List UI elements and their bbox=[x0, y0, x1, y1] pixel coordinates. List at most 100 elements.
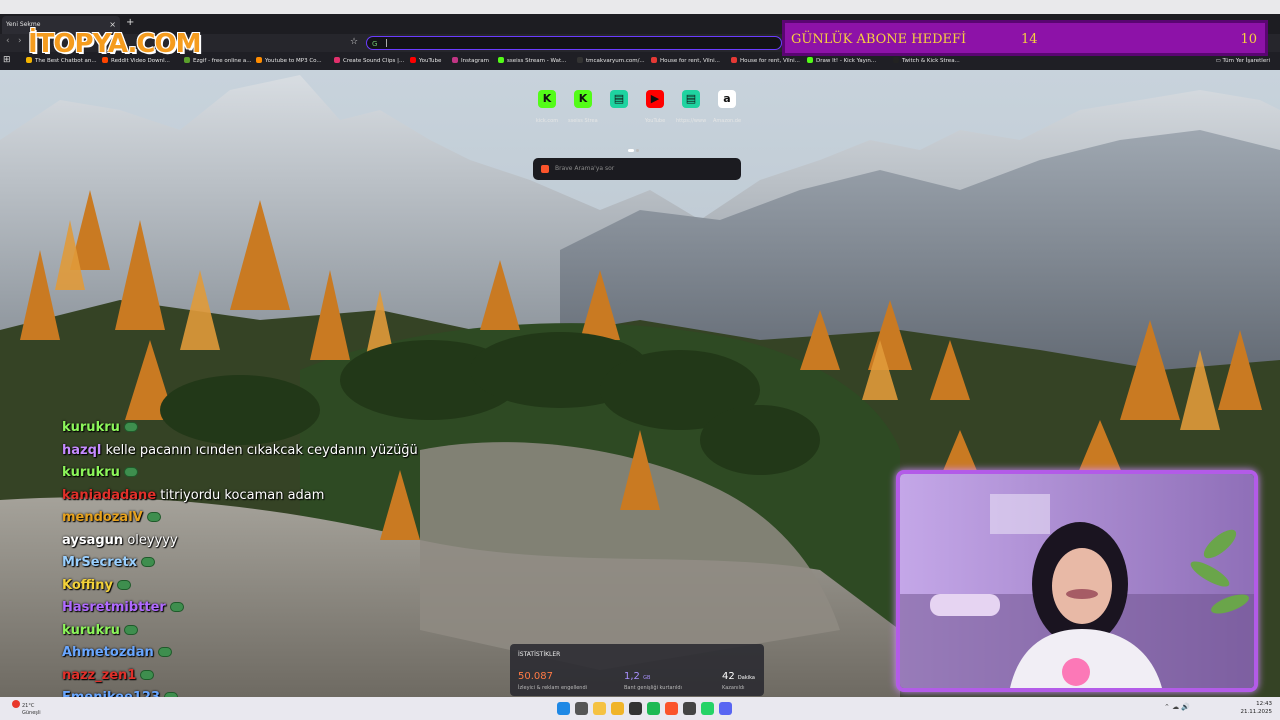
apps-grid-icon[interactable]: ⊞ bbox=[3, 55, 11, 65]
bookmark-label: tmcakvaryum.com/... bbox=[586, 58, 645, 64]
bookmark-label: YouTube bbox=[419, 58, 442, 64]
chat-username: kurukru bbox=[62, 465, 120, 480]
discord-icon[interactable] bbox=[719, 702, 732, 715]
shortcut-icon: a bbox=[718, 90, 736, 108]
whatsapp-icon[interactable] bbox=[701, 702, 714, 715]
chat-message: Ahmetozdan bbox=[62, 643, 172, 663]
chat-emote-icon bbox=[141, 557, 156, 567]
chat-message: MrSecretx bbox=[62, 553, 156, 573]
shortcut-tile[interactable]: ▤ https://www... bbox=[676, 90, 706, 124]
obs-icon[interactable] bbox=[629, 702, 642, 715]
shortcut-tile[interactable]: Kkick.com bbox=[532, 90, 562, 124]
goal-target: 10 bbox=[1240, 32, 1257, 47]
chat-message: kurukru bbox=[62, 463, 138, 483]
chat-username: nazz_zen1 bbox=[62, 667, 137, 683]
bookmark-item[interactable]: House for rent, Vilni... bbox=[651, 52, 720, 70]
windows-start-icon[interactable] bbox=[557, 702, 570, 715]
stats-card: İSTATİSTİKLER 50.087 İzleyici & reklam e… bbox=[510, 644, 764, 696]
chat-username: kurukru bbox=[62, 420, 120, 435]
chat-username: kurukru bbox=[62, 622, 120, 638]
chat-emote-icon bbox=[117, 579, 132, 590]
shortcut-icon: ▤ bbox=[610, 90, 628, 108]
bookmark-item[interactable]: sseiss Stream - Wat... bbox=[498, 52, 566, 70]
bookmark-item[interactable]: YouTube bbox=[410, 52, 441, 70]
shortcut-icon: ▤ bbox=[682, 90, 700, 108]
chat-emote-icon bbox=[123, 467, 138, 477]
forward-arrow-icon[interactable]: › bbox=[18, 36, 22, 46]
address-input[interactable]: | bbox=[385, 38, 388, 47]
chat-emote-icon bbox=[123, 624, 138, 635]
shortcut-tile[interactable]: Ksseiss Stream Rewind Exc... bbox=[568, 90, 598, 124]
chat-emote-icon bbox=[140, 669, 155, 680]
chat-text: oleyyyy bbox=[127, 532, 178, 548]
bookmark-favicon-icon bbox=[334, 57, 340, 63]
sponsor-logo: İTOPYA.COM bbox=[28, 29, 201, 59]
shortcut-pager[interactable] bbox=[628, 137, 644, 152]
system-tray[interactable]: ⌃ ☁ 🔊 bbox=[1164, 703, 1190, 711]
bookmark-favicon-icon bbox=[452, 57, 458, 63]
screen: Yeni Sekme × + ‹ › ☆ G | ⊞ The Best Chat… bbox=[0, 0, 1280, 720]
bookmark-favicon-icon bbox=[498, 57, 504, 63]
chat-message: Koffiny bbox=[62, 576, 132, 596]
app-icon[interactable] bbox=[683, 702, 696, 715]
bookmark-star-icon[interactable]: ☆ bbox=[350, 37, 359, 48]
search-icon[interactable] bbox=[575, 702, 588, 715]
shortcut-icon: K bbox=[574, 90, 592, 108]
file-explorer-icon[interactable] bbox=[593, 702, 606, 715]
shortcut-label: https://www... bbox=[676, 118, 706, 124]
chat-username: aysagun bbox=[62, 532, 124, 548]
chat-username: MrSecretx bbox=[62, 555, 138, 570]
shortcut-label: YouTube bbox=[644, 118, 666, 124]
bookmark-item[interactable]: Youtube to MP3 Co... bbox=[256, 52, 322, 70]
bookmark-favicon-icon bbox=[577, 57, 583, 63]
chat-message: Hasretmibtter bbox=[62, 598, 184, 618]
address-bar[interactable]: G | bbox=[366, 36, 782, 50]
bookmark-item[interactable]: tmcakvaryum.com/... bbox=[577, 52, 645, 70]
back-arrow-icon[interactable]: ‹ bbox=[6, 36, 10, 46]
tab-title: Yeni Sekme bbox=[6, 21, 41, 28]
bookmark-favicon-icon bbox=[410, 57, 416, 63]
bookmark-label: Create Sound Clips |... bbox=[343, 58, 405, 64]
shortcut-label: kick.com bbox=[535, 118, 559, 124]
chat-username: Koffiny bbox=[62, 577, 114, 593]
shortcut-label: Amazon.de bbox=[712, 118, 742, 124]
brave-lion-icon bbox=[541, 165, 549, 173]
bookmark-label: Draw It! - Kick Yayın... bbox=[816, 58, 877, 64]
chat-username: mendozalV bbox=[62, 510, 143, 525]
search-placeholder: Brave Arama'ya sor bbox=[555, 165, 615, 172]
bookmark-item[interactable]: Create Sound Clips |... bbox=[334, 52, 404, 70]
goal-label: GÜNLÜK ABONE HEDEFİ bbox=[791, 32, 967, 47]
shortcut-tile[interactable]: ▶ YouTube bbox=[640, 90, 670, 124]
search-box[interactable]: Brave Arama'ya sor bbox=[533, 158, 741, 180]
goal-current: 14 bbox=[1021, 32, 1038, 47]
time-saved-unit: Dakika bbox=[737, 675, 755, 681]
chat-text: kelle pacanın ıcınden cıkakcak ceydanın … bbox=[105, 442, 418, 458]
bookmark-favicon-icon bbox=[256, 57, 262, 63]
bookmark-favicon-icon bbox=[651, 57, 657, 63]
spotify-icon[interactable] bbox=[647, 702, 660, 715]
shortcut-tile[interactable]: a Amazon.de bbox=[712, 90, 742, 124]
chat-message: aysagun oleyyyy bbox=[62, 531, 178, 551]
bookmark-label: Twitch & Kick Strea... bbox=[902, 58, 960, 64]
blocked-count: 50.087 bbox=[518, 671, 553, 682]
brave-browser-icon[interactable] bbox=[665, 702, 678, 715]
shortcut-icon: K bbox=[538, 90, 556, 108]
bookmark-favicon-icon bbox=[731, 57, 737, 63]
shortcut-icon: ▶ bbox=[646, 90, 664, 108]
chat-emote-icon bbox=[157, 647, 172, 657]
bandwidth-value: 1,2 bbox=[624, 671, 640, 682]
weather-widget[interactable]: 21°C Güneşli bbox=[12, 700, 41, 717]
bandwidth-label: Bant genişliği kurtarıldı bbox=[624, 685, 682, 691]
bookmark-label: House for rent, Vilni... bbox=[660, 58, 720, 64]
bookmark-favicon-icon bbox=[807, 57, 813, 63]
shortcut-tile[interactable]: ▤ bbox=[604, 90, 634, 118]
weather-icon bbox=[12, 700, 20, 708]
bookmark-item[interactable]: Instagram bbox=[452, 52, 489, 70]
chat-emote-icon bbox=[146, 512, 161, 522]
chat-message: mendozalV bbox=[62, 508, 161, 528]
time-saved-label: Kazanıldı bbox=[722, 685, 745, 691]
window-top-strip bbox=[0, 0, 1280, 14]
stats-title: İSTATİSTİKLER bbox=[518, 651, 561, 658]
clock[interactable]: 12:43 21.11.2025 bbox=[1241, 700, 1273, 716]
folder-icon[interactable] bbox=[611, 702, 624, 715]
